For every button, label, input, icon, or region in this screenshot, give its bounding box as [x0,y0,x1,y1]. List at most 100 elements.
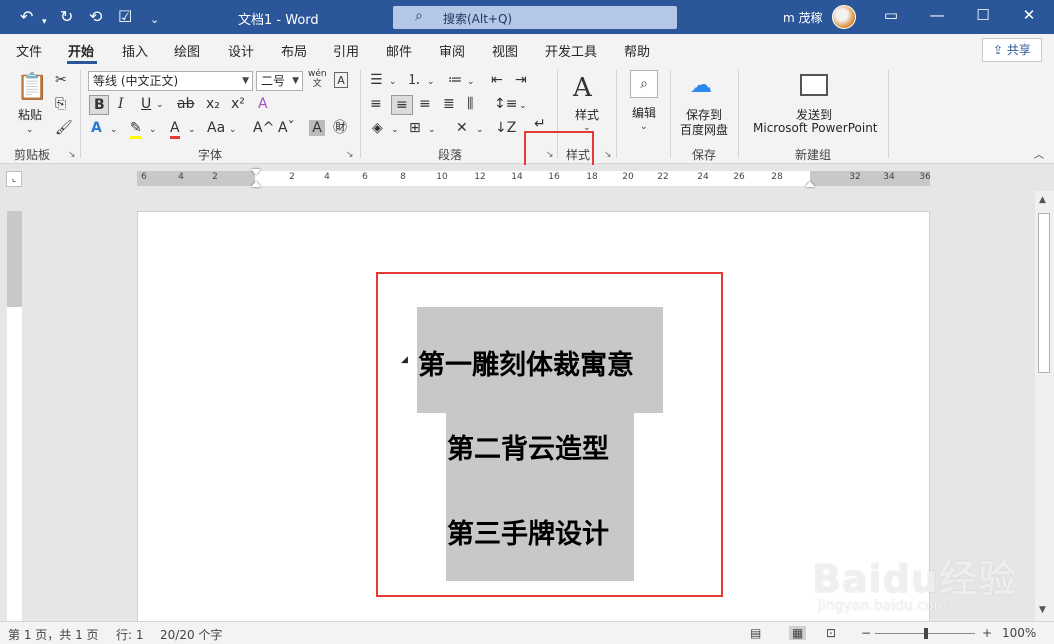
tab-layout[interactable]: 布局 [281,41,307,60]
cloud-save-icon[interactable]: ☁ [690,74,712,98]
minimize-icon[interactable]: — [922,6,952,24]
maximize-icon[interactable]: ☐ [968,6,998,24]
change-case-icon[interactable]: Aa [207,120,225,136]
text-effects-icon[interactable]: A [91,120,102,136]
zoom-level[interactable]: 100% [1002,626,1036,640]
scroll-down-icon[interactable]: ▼ [1039,605,1046,615]
tab-references[interactable]: 引用 [333,41,359,60]
search-box[interactable]: ⌕ 搜索(Alt+Q) [393,6,677,29]
align-left-icon[interactable]: ≡ [370,96,382,112]
close-icon[interactable]: ✕ [1014,6,1044,24]
font-color-icon[interactable]: A [170,120,180,139]
sort-icon[interactable]: ↓Z [495,120,516,136]
styles-icon[interactable]: A [573,74,592,102]
tab-developer[interactable]: 开发工具 [545,41,597,60]
tab-home[interactable]: 开始 [68,41,94,60]
tab-insert[interactable]: 插入 [122,41,148,60]
chevron-down-icon[interactable]: ⌄ [110,122,118,138]
paste-icon[interactable]: 📋 [16,72,48,102]
undo-icon[interactable]: ↶ [20,7,33,27]
chevron-down-icon[interactable]: ⌄ [467,74,475,90]
numbering-icon[interactable]: ⒈ [407,72,421,88]
vertical-ruler[interactable] [7,211,22,621]
first-line-indent-marker[interactable] [251,169,261,175]
strikethrough-icon[interactable]: ab [177,96,194,112]
user-name[interactable]: m 茂稼 [783,9,823,26]
hanging-indent-marker[interactable] [251,181,261,187]
copy-icon[interactable]: ⎘ [55,96,66,112]
superscript-icon[interactable]: x² [231,96,245,112]
distributed-icon[interactable]: ⫼ [467,96,473,112]
decrease-indent-icon[interactable]: ⇤ [491,72,503,88]
chevron-down-icon[interactable]: ⌄ [149,122,157,138]
chevron-down-icon[interactable]: ⌄ [427,74,435,90]
tab-view[interactable]: 视图 [492,41,518,60]
styles-launcher-icon[interactable]: ↘ [604,150,612,160]
phonetic-guide-icon[interactable]: wén 文 [308,69,327,89]
print-layout-icon[interactable]: ▦ [789,626,807,640]
chevron-down-icon[interactable]: ⌄ [519,98,527,114]
clipboard-launcher-icon[interactable]: ↘ [68,150,76,160]
read-mode-icon[interactable]: ▤ [750,626,761,640]
line-info[interactable]: 行: 1 [116,626,144,643]
collapse-ribbon-icon[interactable]: ︿ [1034,148,1044,164]
share-button[interactable]: ⇪ 共享 [982,38,1042,62]
bold-button[interactable]: B [89,95,109,115]
undo-dropdown-icon[interactable]: ▾ [42,12,47,32]
chevron-down-icon[interactable]: ⌄ [188,122,196,138]
shading-icon[interactable]: ◈ [372,120,383,136]
redo-icon[interactable]: ↻ [60,7,73,27]
character-shading-icon[interactable]: A [309,120,325,136]
line-spacing-icon[interactable]: ↕≡ [494,96,517,112]
underline-dropdown-icon[interactable]: ⌄ [156,97,164,113]
bullets-icon[interactable]: ☰ [370,72,383,88]
asian-layout-icon[interactable]: ✕ [456,120,468,136]
scroll-thumb[interactable] [1038,213,1050,373]
font-name-select[interactable]: 等线 (中文正文) ▼ [88,71,253,91]
justify-icon[interactable]: ≣ [443,96,455,112]
tab-help[interactable]: 帮助 [624,41,650,60]
increase-indent-icon[interactable]: ⇥ [515,72,527,88]
shrink-font-icon[interactable]: Aˇ [278,120,295,136]
enclose-characters-icon[interactable]: ㊖ [333,120,347,136]
editing-icon[interactable]: ⌕ [630,70,658,98]
word-count[interactable]: 20/20 个字 [160,626,222,643]
send-label-line2[interactable]: Microsoft PowerPoint [753,121,878,135]
clear-formatting-icon[interactable]: A [258,96,268,112]
avatar[interactable] [832,5,856,29]
align-right-icon[interactable]: ≡ [419,96,431,112]
right-indent-marker[interactable] [805,181,815,187]
tab-draw[interactable]: 绘图 [174,41,200,60]
borders-icon[interactable]: ⊞ [409,120,421,136]
tab-review[interactable]: 审阅 [439,41,465,60]
chevron-down-icon[interactable]: ⌄ [389,74,397,90]
format-painter-icon[interactable]: 🖌 [55,120,73,136]
ribbon-display-icon[interactable]: ▭ [876,6,906,24]
form-icon[interactable]: ☑ [118,7,132,27]
highlight-icon[interactable]: ✎ [130,120,142,139]
horizontal-ruler[interactable]: 6 4 2 2 4 6 8 10 12 14 16 18 20 22 24 26… [137,169,931,187]
tab-file[interactable]: 文件 [16,41,42,60]
align-center-button[interactable]: ≡ [391,95,413,115]
character-border-icon[interactable]: A [334,72,348,88]
zoom-in-icon[interactable]: + [982,626,992,640]
save-label-line2[interactable]: 百度网盘 [680,121,728,138]
send-to-powerpoint-icon[interactable] [800,74,828,96]
chevron-down-icon[interactable]: ⌄ [391,122,399,138]
tab-design[interactable]: 设计 [228,41,254,60]
cut-icon[interactable]: ✂ [55,72,67,88]
tab-selector[interactable]: ⌞ [6,171,22,187]
customize-toolbar-icon[interactable]: ⌄ [150,10,159,30]
font-size-select[interactable]: 二号 ▼ [256,71,303,91]
chevron-down-icon[interactable]: ⌄ [428,122,436,138]
underline-icon[interactable]: U [141,96,151,112]
zoom-out-icon[interactable]: − [861,626,871,640]
vertical-scrollbar[interactable]: ▲ ▼ [1035,191,1054,621]
paste-label[interactable]: 粘贴 [18,106,42,123]
subscript-icon[interactable]: x₂ [206,96,220,112]
zoom-slider-thumb[interactable] [924,628,928,639]
chevron-down-icon[interactable]: ⌄ [640,119,648,135]
show-marks-icon[interactable]: ↵ [534,116,546,132]
grow-font-icon[interactable]: A^ [253,120,274,136]
font-launcher-icon[interactable]: ↘ [346,150,354,160]
